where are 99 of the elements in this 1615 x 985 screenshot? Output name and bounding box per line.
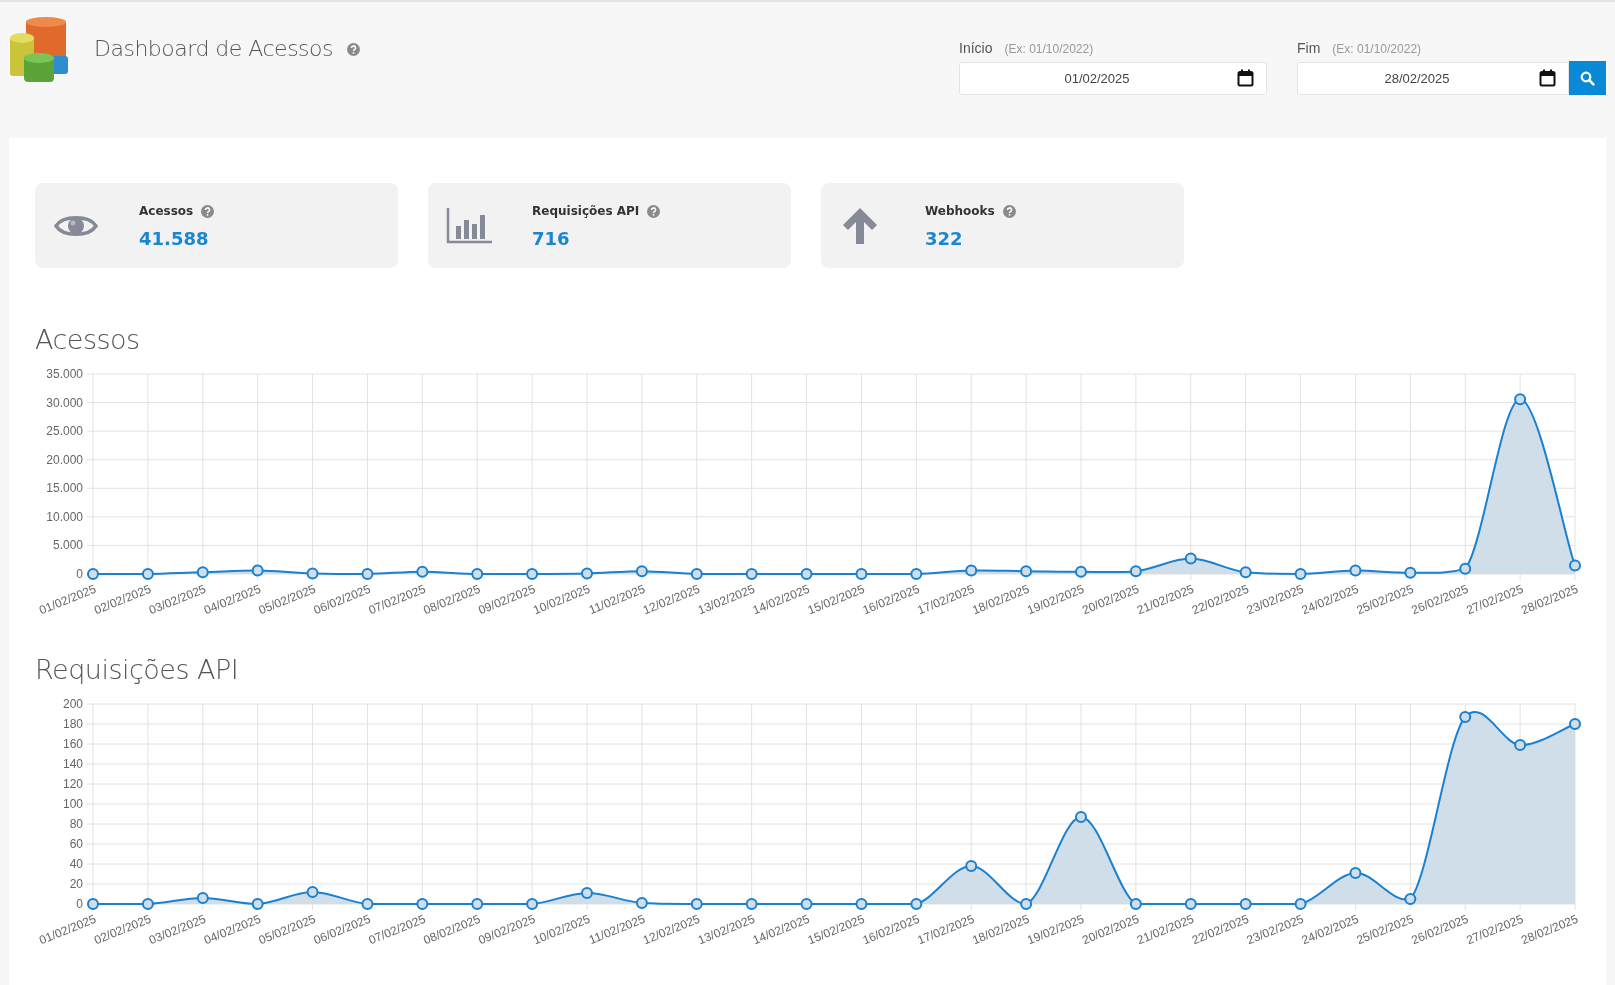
data-point — [526, 898, 539, 910]
data-point — [416, 898, 429, 910]
data-point — [1349, 867, 1362, 879]
data-point — [1404, 566, 1417, 579]
data-point — [1075, 811, 1087, 823]
axis-label: 100 — [62, 797, 83, 811]
field-hint: (Ex: 01/10/2022) — [1004, 42, 1094, 56]
axis-label: 20.000 — [46, 452, 83, 467]
data-point — [1294, 898, 1307, 910]
search-button[interactable] — [1569, 61, 1606, 95]
help-icon — [201, 204, 215, 218]
calendar-icon — [1539, 69, 1556, 87]
search-icon — [1580, 70, 1595, 86]
calendar-icon — [1237, 69, 1254, 87]
axis-label: 35.000 — [46, 368, 83, 381]
data-point — [1459, 711, 1472, 723]
axis-label: 120 — [62, 777, 83, 791]
page-title: Dashboard de Acessos — [94, 36, 333, 61]
stat-value: 41.588 — [139, 228, 210, 249]
data-point — [416, 565, 429, 578]
axis-label: 180 — [62, 717, 83, 731]
data-point — [745, 898, 758, 910]
stat-label: Requisições API — [532, 204, 640, 218]
data-point — [87, 898, 99, 910]
axis-label: 160 — [62, 737, 83, 751]
data-point — [1294, 568, 1307, 580]
chart-title: Acessos — [35, 324, 141, 356]
data-point — [87, 568, 99, 580]
data-point — [581, 887, 593, 899]
data-point — [471, 898, 484, 910]
data-point — [306, 886, 319, 898]
axis-label: 0 — [76, 897, 83, 911]
data-point — [251, 898, 264, 910]
stat-label: Webhooks — [925, 204, 995, 218]
bar-chart-icon — [446, 205, 492, 246]
axis-label: 25.000 — [46, 424, 83, 439]
data-point — [800, 898, 813, 910]
data-point — [141, 898, 154, 910]
data-point — [635, 897, 648, 909]
axis-label: 20 — [69, 877, 83, 891]
data-point — [1129, 898, 1142, 910]
field-label: Início — [959, 40, 993, 56]
axis-label: 80 — [69, 817, 83, 831]
chart-title: Requisições API — [35, 654, 240, 686]
data-point — [141, 568, 154, 580]
help-icon — [1002, 204, 1016, 218]
data-point — [526, 568, 539, 580]
data-point — [690, 568, 703, 580]
axis-label: 5.000 — [52, 538, 83, 553]
data-point — [1075, 565, 1087, 578]
data-point — [251, 564, 264, 577]
axis-label: 200 — [62, 698, 83, 711]
data-point — [965, 860, 978, 872]
data-point — [196, 892, 209, 904]
field-label: Fim — [1297, 40, 1321, 56]
data-point — [306, 567, 319, 580]
data-point — [910, 568, 923, 580]
data-point — [1020, 565, 1033, 578]
data-point — [1569, 559, 1581, 572]
axis-label: 40 — [69, 857, 83, 871]
axis-label: 140 — [62, 757, 83, 771]
data-point — [1184, 552, 1197, 565]
data-point — [471, 568, 484, 580]
axis-label: 60 — [69, 837, 83, 851]
axis-label: 0 — [76, 567, 83, 581]
data-point — [581, 567, 593, 580]
help-icon — [647, 204, 661, 218]
data-point — [855, 898, 868, 910]
data-point — [1184, 898, 1197, 910]
stat-value: 716 — [532, 228, 571, 249]
field-hint: (Ex: 01/10/2022) — [1332, 42, 1422, 56]
data-point — [1404, 893, 1417, 905]
data-point — [361, 898, 374, 910]
stat-value: 322 — [925, 228, 964, 249]
data-point — [1239, 566, 1252, 579]
data-point — [745, 568, 758, 580]
data-point — [1569, 718, 1581, 730]
data-point — [965, 564, 978, 577]
axis-label: 10.000 — [46, 509, 83, 524]
data-point — [1514, 739, 1527, 751]
data-point — [635, 565, 648, 578]
data-point — [1349, 564, 1362, 577]
axis-label: 30.000 — [46, 395, 83, 410]
data-point — [1129, 565, 1142, 578]
data-point — [1514, 393, 1527, 406]
axis-label: 15.000 — [46, 481, 83, 496]
date-field[interactable]: 28/02/2025 — [1297, 62, 1569, 95]
data-point — [855, 568, 868, 580]
data-point — [910, 898, 923, 910]
data-point — [196, 566, 209, 579]
data-point — [361, 568, 374, 580]
data-point — [800, 568, 813, 580]
stat-label: Acessos — [139, 204, 194, 218]
help-icon — [347, 43, 360, 56]
data-point — [690, 898, 703, 910]
date-field[interactable]: 01/02/2025 — [959, 62, 1267, 95]
data-point — [1239, 898, 1252, 910]
data-point — [1020, 898, 1033, 910]
data-point — [1459, 562, 1472, 575]
